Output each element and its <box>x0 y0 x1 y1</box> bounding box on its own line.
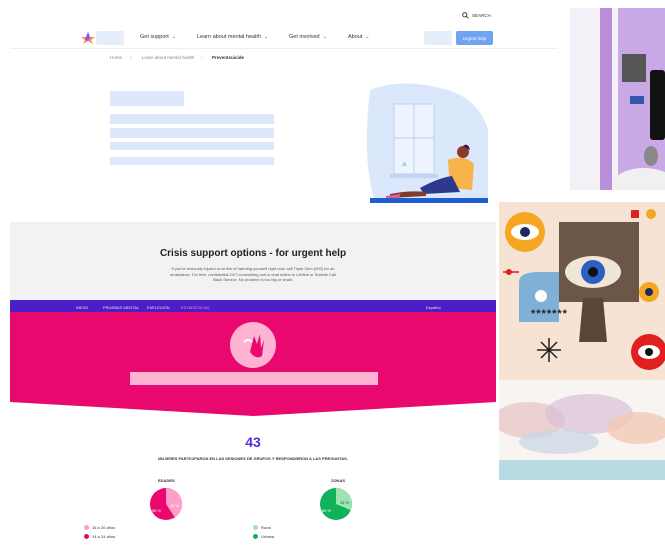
legend-item: 14 a 24 años <box>84 534 115 539</box>
nav-label: About <box>348 34 363 40</box>
blue-block <box>630 96 644 104</box>
crisis-support-section: Crisis support options - for urgent help… <box>10 222 496 300</box>
chevron-down-icon: ⌄ <box>322 34 327 40</box>
password-mask-text: ******* <box>531 308 568 320</box>
legend-label: Rural <box>261 525 271 530</box>
eyes-collage-artwork: ******* <box>499 202 665 380</box>
purple-collage-artwork <box>570 8 665 190</box>
nav-learn[interactable]: Learn about mental health ⌄ <box>197 34 268 40</box>
chart-right-small-label: 34 % <box>340 500 350 505</box>
search-link[interactable]: SEARCH <box>462 12 491 19</box>
nav-label: Get support <box>140 34 169 40</box>
nav-label: Learn about mental health <box>197 34 261 40</box>
stat-caption: MUJERES PARTICIPARON EN LAS SESIONES DE … <box>158 456 348 461</box>
chart-left-small-label: 42 % <box>170 503 180 508</box>
chevron-down-icon: ⌄ <box>365 34 370 40</box>
urgent-help-button[interactable]: Urgent help <box>456 31 493 45</box>
photo-texture <box>622 54 646 82</box>
text-placeholder <box>110 157 274 165</box>
purple-stripe <box>600 8 612 190</box>
watercolor-artwork <box>499 380 665 480</box>
chevron-right-icon: › <box>130 55 132 60</box>
logo-wordmark-placeholder <box>96 31 124 45</box>
spanish-report-page: INICIO PRUEBAS MENTAL ENFLEXIÓN ESTADÍST… <box>10 300 496 553</box>
chart-right-big-label: 66 % <box>322 508 332 513</box>
website-screenshot: SEARCH Get support ⌄ Learn about mental h… <box>0 0 558 218</box>
language-selector[interactable]: Español <box>426 305 440 310</box>
nav-label: Get involved <box>289 34 320 40</box>
hero-emblem <box>230 322 276 368</box>
search-icon <box>462 12 469 19</box>
crisis-title: Crisis support options - for urgent help <box>159 248 347 259</box>
header-divider <box>10 48 558 49</box>
text-placeholder <box>110 128 274 138</box>
legend-label: 16 a 20 años <box>92 525 116 530</box>
nav-inicio[interactable]: INICIO <box>76 305 88 310</box>
text-placeholder <box>110 114 274 124</box>
search-label: SEARCH <box>472 13 491 18</box>
spanish-nav-bar: INICIO PRUEBAS MENTAL ENFLEXIÓN ESTADÍST… <box>10 300 496 312</box>
hand-icon <box>243 334 264 358</box>
phone-shape <box>650 70 665 140</box>
legend-item: Urbana <box>253 534 274 539</box>
secondary-button-placeholder[interactable] <box>424 31 452 45</box>
stat-number: 43 <box>245 434 261 450</box>
chevron-right-icon: › <box>201 55 203 60</box>
person-window-illustration <box>366 83 488 203</box>
breadcrumb-current: Preventsuicide <box>212 55 245 60</box>
nav-get-involved[interactable]: Get involved ⌄ <box>289 34 327 40</box>
legend-label: Urbana <box>261 534 275 539</box>
breadcrumb-learn[interactable]: Learn about mental health <box>142 55 194 60</box>
nav-get-support[interactable]: Get support ⌄ <box>140 34 176 40</box>
legend-label: 14 a 24 años <box>92 534 116 539</box>
star-logo-icon <box>81 32 95 44</box>
nav-estadisticas[interactable]: ESTADÍSTICAS <box>181 305 210 310</box>
watercolor-clouds <box>499 394 665 480</box>
nav-about[interactable]: About ⌄ <box>348 34 370 40</box>
nav-pruebas[interactable]: PRUEBAS MENTAL <box>103 305 139 310</box>
legend-swatch <box>253 525 258 530</box>
hero-title-placeholder <box>130 372 378 385</box>
chart-left-title: EDADES <box>158 478 175 483</box>
chart-left-big-label: 58 % <box>152 508 162 513</box>
nav-enflexion[interactable]: ENFLEXIÓN <box>147 305 170 310</box>
legend-swatch <box>84 525 89 530</box>
legend-swatch <box>253 534 258 539</box>
chevron-down-icon: ⌄ <box>263 34 269 40</box>
figure-shape <box>644 146 658 166</box>
chart-right-title: ZONAS <box>331 478 345 483</box>
legend-item: 16 a 20 años <box>84 525 115 530</box>
text-placeholder <box>110 142 274 150</box>
legend-swatch <box>84 534 89 539</box>
crisis-body: If you're seriously injured or at risk o… <box>170 266 336 282</box>
breadcrumb-home[interactable]: Home <box>110 55 122 60</box>
eyes-illustration <box>503 209 665 370</box>
chevron-down-icon: ⌄ <box>171 34 176 40</box>
legend-item: Rural <box>253 525 271 530</box>
heading-placeholder <box>110 91 184 106</box>
